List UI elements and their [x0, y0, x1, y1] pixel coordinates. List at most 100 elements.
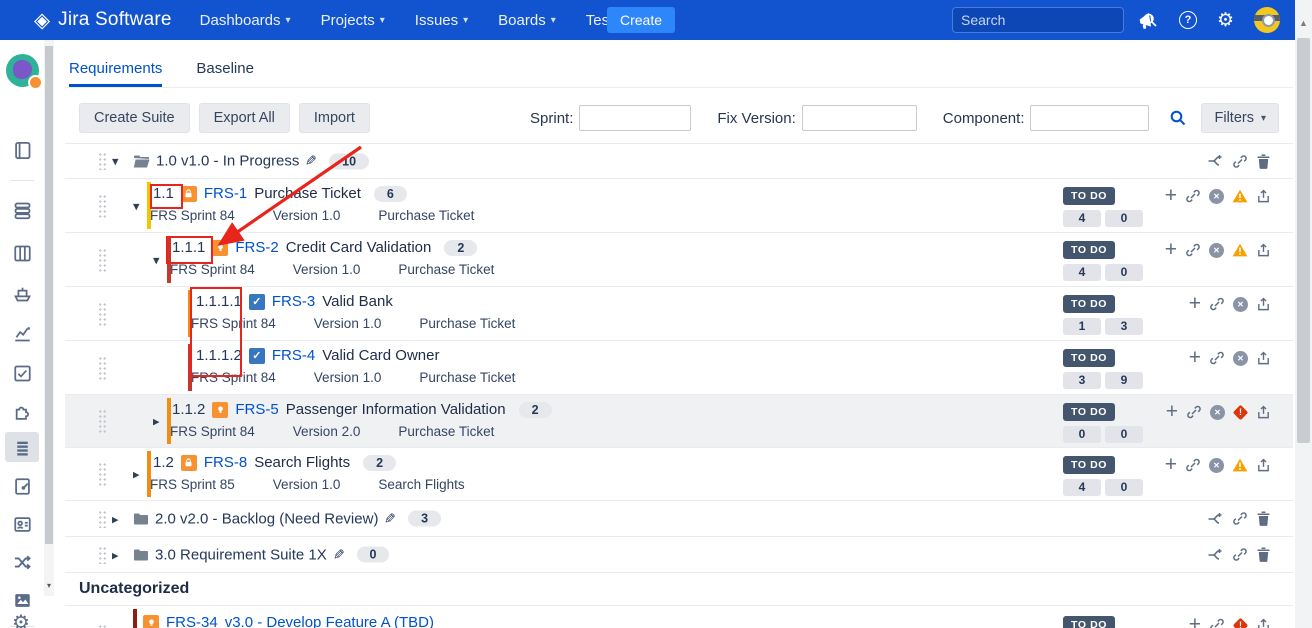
link-icon[interactable] — [1232, 153, 1248, 169]
pages-icon[interactable] — [0, 476, 44, 497]
reports-chart-icon[interactable] — [0, 323, 44, 344]
shuffle-icon[interactable] — [0, 552, 44, 573]
add-icon[interactable]: + — [1165, 457, 1177, 473]
trash-icon[interactable] — [1256, 153, 1271, 169]
nav-dashboards[interactable]: Dashboards▾ — [200, 12, 291, 29]
settings-gear-icon[interactable]: ⚙ — [12, 610, 30, 628]
issue-key-link[interactable]: FRS-34 — [166, 614, 218, 628]
warning-triangle-icon[interactable] — [1232, 189, 1248, 203]
export-icon[interactable] — [1256, 188, 1271, 204]
drag-handle[interactable] — [98, 152, 107, 170]
drag-handle[interactable] — [98, 546, 107, 564]
chevron-right-icon[interactable]: ▸ — [112, 512, 119, 525]
book-icon[interactable] — [0, 140, 44, 161]
export-icon[interactable] — [1256, 404, 1271, 420]
add-icon[interactable]: + — [1165, 188, 1177, 204]
pencil-icon[interactable]: ✎ — [333, 546, 345, 563]
link-icon[interactable] — [1232, 511, 1248, 527]
drag-handle[interactable] — [98, 248, 107, 272]
component-input[interactable] — [1030, 105, 1149, 131]
link-icon[interactable] — [1186, 404, 1202, 420]
import-button[interactable]: Import — [299, 103, 370, 133]
link-icon[interactable] — [1209, 617, 1225, 628]
suite-title[interactable]: 2.0 v2.0 - Backlog (Need Review) — [155, 510, 378, 527]
drag-handle[interactable] — [98, 510, 107, 528]
drag-handle[interactable] — [98, 194, 107, 218]
trash-icon[interactable] — [1256, 547, 1271, 563]
checklist-icon[interactable] — [0, 363, 44, 384]
sprint-input[interactable] — [579, 105, 691, 131]
move-branch-icon[interactable] — [1207, 546, 1224, 563]
scrollbar-thumb[interactable] — [1297, 38, 1310, 443]
pencil-icon[interactable]: ✎ — [384, 510, 396, 527]
add-icon[interactable]: + — [1189, 350, 1201, 366]
search-input[interactable] — [961, 12, 1142, 28]
drag-handle[interactable] — [98, 624, 107, 628]
pencil-icon[interactable]: ✎ — [305, 153, 317, 170]
filter-search-icon[interactable] — [1169, 109, 1187, 127]
chevron-down-icon[interactable]: ▾ — [153, 253, 160, 266]
remove-circle-icon[interactable]: ✕ — [1209, 189, 1224, 204]
issue-title[interactable]: Valid Card Owner — [322, 347, 439, 364]
link-icon[interactable] — [1185, 457, 1201, 473]
issue-key-link[interactable]: FRS-5 — [235, 401, 278, 418]
chevron-right-icon[interactable]: ▸ — [133, 468, 140, 481]
create-button[interactable]: Create — [607, 7, 675, 33]
warning-triangle-icon[interactable] — [1232, 458, 1248, 472]
suite-title[interactable]: 3.0 Requirement Suite 1X — [155, 546, 327, 563]
export-icon[interactable] — [1256, 242, 1271, 258]
chevron-right-icon[interactable]: ▸ — [112, 548, 119, 561]
warning-triangle-icon[interactable] — [1232, 243, 1248, 257]
chevron-right-icon[interactable]: ▸ — [153, 415, 160, 428]
export-icon[interactable] — [1256, 350, 1271, 366]
drag-handle[interactable] — [98, 356, 107, 380]
issue-title[interactable]: Valid Bank — [322, 293, 393, 310]
add-icon[interactable]: + — [1189, 617, 1201, 628]
release-ship-icon[interactable] — [0, 283, 44, 304]
addons-puzzle-icon[interactable] — [0, 402, 44, 423]
help-icon[interactable]: ? — [1179, 11, 1197, 29]
trash-icon[interactable] — [1256, 511, 1271, 527]
nav-boards[interactable]: Boards▾ — [498, 12, 556, 29]
export-icon[interactable] — [1256, 296, 1271, 312]
requirements-list-icon[interactable] — [5, 432, 39, 462]
add-icon[interactable]: + — [1189, 296, 1201, 312]
board-columns-icon[interactable] — [0, 243, 44, 264]
link-icon[interactable] — [1209, 350, 1225, 366]
nav-projects[interactable]: Projects▾ — [321, 12, 385, 29]
nav-issues[interactable]: Issues▾ — [415, 12, 468, 29]
link-icon[interactable] — [1185, 188, 1201, 204]
export-icon[interactable] — [1256, 617, 1271, 628]
jira-brand[interactable]: ◈ Jira Software — [34, 9, 172, 31]
link-icon[interactable] — [1209, 296, 1225, 312]
tab-requirements[interactable]: Requirements — [69, 60, 162, 87]
issue-title[interactable]: Purchase Ticket — [254, 185, 361, 202]
issue-title[interactable]: Search Flights — [254, 454, 350, 471]
export-all-button[interactable]: Export All — [199, 103, 290, 133]
issue-title[interactable]: v3.0 - Develop Feature A (TBD) — [225, 614, 434, 628]
issue-title[interactable]: Credit Card Validation — [286, 239, 432, 256]
remove-circle-icon[interactable]: ✕ — [1209, 243, 1224, 258]
add-icon[interactable]: + — [1166, 404, 1178, 420]
issue-key-link[interactable]: FRS-4 — [272, 347, 315, 364]
issue-key-link[interactable]: FRS-3 — [272, 293, 315, 310]
avatar[interactable] — [1254, 7, 1280, 33]
link-icon[interactable] — [1185, 242, 1201, 258]
drag-handle[interactable] — [98, 409, 107, 433]
add-icon[interactable]: + — [1165, 242, 1177, 258]
chevron-down-icon[interactable]: ▾ — [112, 155, 119, 168]
move-branch-icon[interactable] — [1207, 153, 1224, 170]
blocker-diamond-icon[interactable]: ! — [1233, 405, 1248, 420]
issue-key-link[interactable]: FRS-1 — [204, 185, 247, 202]
tab-baseline[interactable]: Baseline — [196, 60, 254, 87]
remove-circle-icon[interactable]: ✕ — [1209, 458, 1224, 473]
sidebar-scrollbar[interactable]: ▾ — [44, 40, 54, 596]
contact-card-icon[interactable] — [0, 514, 44, 535]
filters-button[interactable]: Filters ▾ — [1201, 103, 1279, 133]
issue-title[interactable]: Passenger Information Validation — [286, 401, 506, 418]
export-icon[interactable] — [1256, 457, 1271, 473]
remove-circle-icon[interactable]: ✕ — [1210, 405, 1225, 420]
drag-handle[interactable] — [98, 462, 107, 486]
create-suite-button[interactable]: Create Suite — [79, 103, 190, 133]
drag-handle[interactable] — [98, 302, 107, 326]
